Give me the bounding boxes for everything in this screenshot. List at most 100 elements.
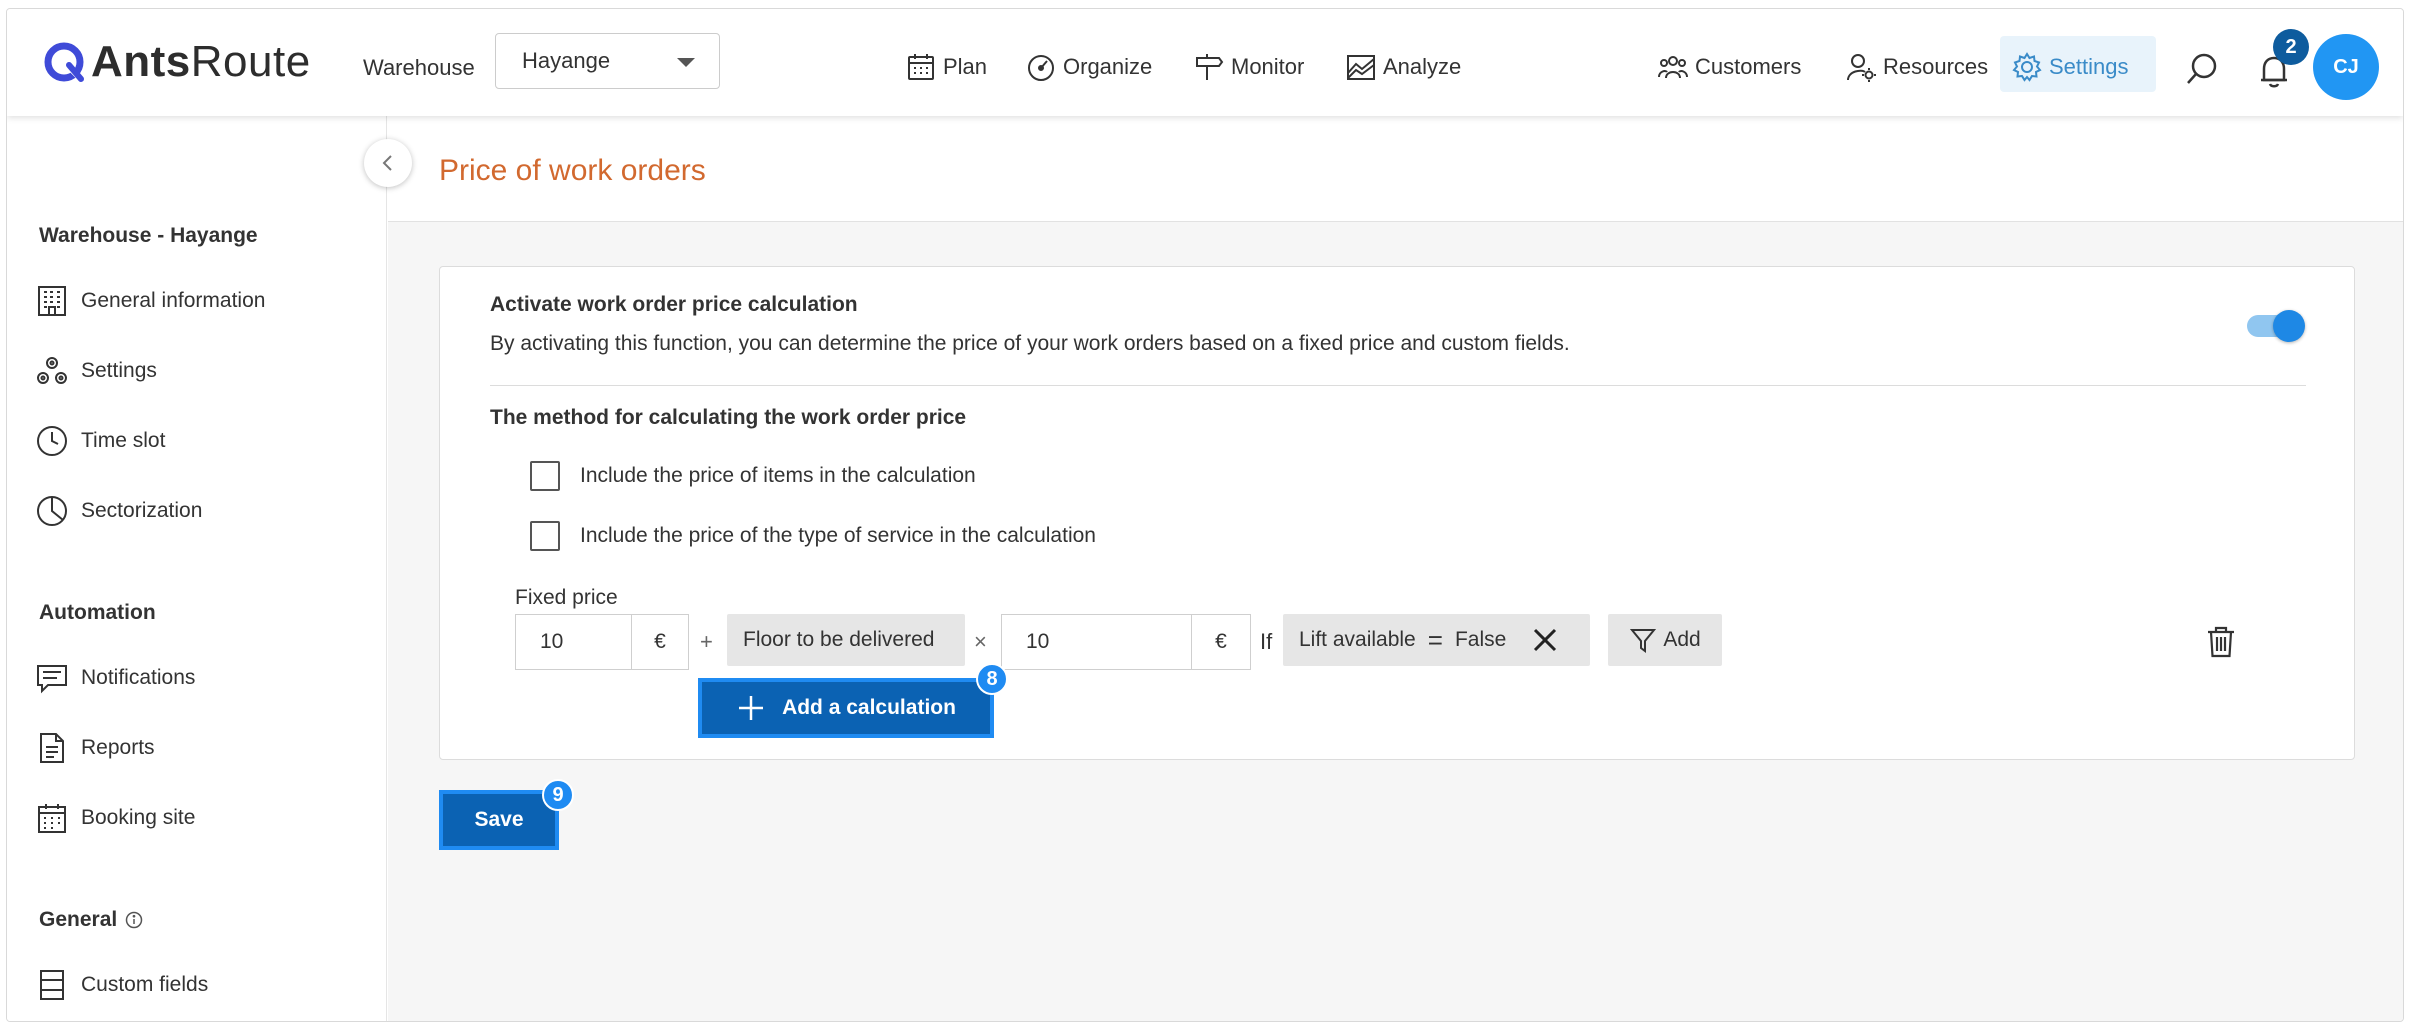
checkbox-include-items[interactable] <box>530 461 560 491</box>
notification-badge: 2 <box>2273 29 2309 65</box>
step-badge-9: 9 <box>542 779 574 811</box>
activate-toggle[interactable] <box>2247 310 2305 342</box>
checkbox-include-items-label: Include the price of items in the calcul… <box>580 464 976 487</box>
pie-chart-icon <box>37 496 67 526</box>
document-icon <box>40 733 64 763</box>
checkbox-include-service-label: Include the price of the type of service… <box>580 524 1096 547</box>
nav-resources[interactable]: Resources <box>1845 51 1988 83</box>
price-calculation-card: Activate work order price calculation By… <box>439 266 2355 760</box>
sidebar-item-time-slot[interactable]: Time slot <box>35 424 165 458</box>
nav-organize[interactable]: Organize <box>1025 51 1152 83</box>
multiplier-input[interactable]: 10 <box>1002 615 1192 669</box>
add-filter-label: Add <box>1663 628 1701 651</box>
toggle-knob <box>2273 310 2305 342</box>
sidebar: Warehouse - Hayange General information … <box>7 116 387 1021</box>
checkbox-row-items[interactable]: Include the price of items in the calcul… <box>530 461 976 491</box>
multiplier-currency: € <box>1215 630 1227 653</box>
custom-field-chip-label: Floor to be delivered <box>743 628 935 651</box>
gear-icon <box>2012 52 2042 82</box>
nav-analyze-label: Analyze <box>1383 54 1462 79</box>
avatar[interactable]: CJ <box>2313 34 2379 100</box>
sidebar-section-general-label: General <box>39 908 118 931</box>
nav-plan-label: Plan <box>943 54 988 79</box>
message-icon <box>37 665 67 694</box>
sidebar-item-label: Custom fields <box>81 973 209 996</box>
nav-monitor[interactable]: Monitor <box>1193 51 1304 83</box>
top-bar: AntsRoute Warehouse Hayange Plan Organiz… <box>7 9 2403 116</box>
checkbox-row-service[interactable]: Include the price of the type of service… <box>530 521 1096 551</box>
warehouse-label: Warehouse <box>363 55 475 80</box>
fixed-price-label: Fixed price <box>515 586 618 609</box>
sidebar-section-warehouse: Warehouse - Hayange <box>39 224 258 247</box>
logo-text: AntsRoute <box>91 37 311 86</box>
info-icon[interactable] <box>125 911 143 929</box>
nav-monitor-label: Monitor <box>1231 54 1305 79</box>
gears-icon <box>37 357 67 384</box>
nav-resources-label: Resources <box>1883 54 1989 79</box>
fixed-price-currency: € <box>654 630 666 653</box>
warehouse-select[interactable]: Hayange <box>495 33 720 89</box>
condition-value: False <box>1454 628 1507 651</box>
fixed-price-input-group: 10 € <box>515 614 689 670</box>
nav-settings-label: Settings <box>2049 54 2129 79</box>
sidebar-item-custom-fields[interactable]: Custom fields <box>35 968 208 1002</box>
building-icon <box>38 286 66 316</box>
condition-chip[interactable]: Lift available = False <box>1283 614 1590 666</box>
condition-operator: = <box>1427 624 1443 655</box>
chevron-down-icon <box>677 58 695 67</box>
nav-customers[interactable]: Customers <box>1657 51 1801 83</box>
checkbox-include-service[interactable] <box>530 521 560 551</box>
nav-customers-label: Customers <box>1695 54 1802 79</box>
add-filter-button[interactable]: Add <box>1608 614 1722 666</box>
sidebar-item-reports[interactable]: Reports <box>35 731 155 765</box>
plus-operator: + <box>700 629 713 654</box>
add-calculation-label: Add a calculation <box>782 696 956 719</box>
fixed-price-input[interactable]: 10 <box>516 615 632 669</box>
page-title: Price of work orders <box>439 154 706 187</box>
sidebar-item-label: Sectorization <box>81 499 203 522</box>
speedometer-icon <box>1028 55 1054 81</box>
sidebar-item-general-information[interactable]: General information <box>35 284 265 318</box>
sidebar-section-automation: Automation <box>39 601 156 624</box>
sidebar-item-sectorization[interactable]: Sectorization <box>35 494 202 528</box>
sidebar-item-label: General information <box>81 289 266 312</box>
times-operator: × <box>974 629 987 654</box>
divider <box>490 385 2306 386</box>
add-calculation-button[interactable]: Add a calculation <box>698 678 994 738</box>
app-window: AntsRoute Warehouse Hayange Plan Organiz… <box>6 8 2404 1022</box>
sidebar-item-label: Notifications <box>81 666 196 689</box>
antsroute-logo-icon <box>44 42 85 83</box>
sidebar-item-label: Booking site <box>81 806 196 829</box>
search-icon[interactable] <box>2185 52 2219 86</box>
user-gear-icon <box>1847 54 1876 82</box>
condition-field: Lift available <box>1299 628 1416 651</box>
multiplier-input-group: 10 € <box>1001 614 1251 670</box>
save-button[interactable]: Save <box>439 790 559 850</box>
close-icon[interactable] <box>1532 627 1558 653</box>
step-badge-8: 8 <box>976 663 1008 695</box>
sidebar-item-settings[interactable]: Settings <box>35 354 157 388</box>
chart-area-icon <box>1347 55 1375 80</box>
nav-analyze[interactable]: Analyze <box>1345 51 1461 83</box>
sidebar-item-booking-site[interactable]: Booking site <box>35 801 195 835</box>
nav-plan[interactable]: Plan <box>905 51 987 83</box>
page-header: Price of work orders <box>388 116 2403 222</box>
list-icon <box>40 970 64 1000</box>
collapse-sidebar-button[interactable] <box>364 139 412 187</box>
nav-settings[interactable]: Settings <box>2011 51 2129 83</box>
filter-icon <box>1630 629 1657 653</box>
sidebar-item-label: Reports <box>81 736 155 759</box>
sidebar-item-notifications[interactable]: Notifications <box>35 661 195 695</box>
trash-icon[interactable] <box>2206 625 2236 659</box>
main-content: Price of work orders Activate work order… <box>388 116 2403 1021</box>
if-label: If <box>1260 629 1273 654</box>
calendar-icon <box>38 804 66 833</box>
custom-field-chip[interactable]: Floor to be delivered <box>727 614 965 666</box>
logo[interactable]: AntsRoute <box>43 37 311 87</box>
users-icon <box>1658 56 1688 79</box>
activate-title: Activate work order price calculation <box>490 293 858 316</box>
method-title: The method for calculating the work orde… <box>490 406 967 429</box>
plus-icon <box>739 696 764 720</box>
signpost-icon <box>1196 54 1224 80</box>
sidebar-item-label: Settings <box>81 359 157 382</box>
